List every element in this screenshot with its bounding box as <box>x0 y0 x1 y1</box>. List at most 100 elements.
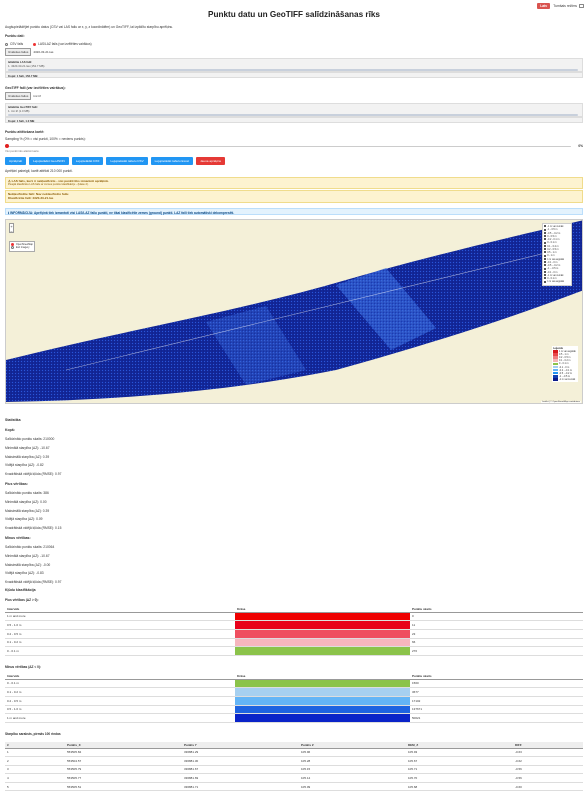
download-csv-button[interactable]: Lejupielādēt tabulu CSV <box>106 157 148 165</box>
radio-las[interactable]: LAS/LAZ fails (var izvēlēties vairākus) <box>33 42 92 46</box>
theme-toggle[interactable]: Tumšais režīms <box>553 4 584 8</box>
theme-switch[interactable] <box>579 4 584 8</box>
table-cell: 336881.69 <box>182 773 299 783</box>
zoom-control[interactable]: + − <box>9 223 14 234</box>
loaded-las-panel: Ielādētie LAS faili: 1. 4320-33-21.las (… <box>5 58 583 72</box>
table-row: 0.2 - 0.5 m 17102 <box>5 696 583 706</box>
radio-dot[interactable] <box>5 42 8 46</box>
layer-checkbox[interactable] <box>544 225 547 228</box>
stat-line: Salīdzināto punktu skaits: 386 <box>5 491 49 495</box>
status-text: Aprēķini pabeigti, kartē attēloti 210 00… <box>5 169 73 173</box>
layer-checkbox[interactable] <box>544 254 547 257</box>
basemap-switcher[interactable]: OpenStreetMap Esri Imagery <box>9 241 35 252</box>
basemap-option[interactable]: Esri Imagery <box>11 246 33 250</box>
layer-checkbox[interactable] <box>544 238 547 241</box>
layer-checkbox[interactable] <box>544 270 547 273</box>
stats-minus-heading: Mīnus vērtības: <box>5 536 31 540</box>
geotiff-progress-bar <box>8 113 578 116</box>
layer-checkbox[interactable] <box>544 228 547 231</box>
minus-table-title: Mīnus vērtības (ΔZ < 0): <box>5 665 42 669</box>
table-row: 1 m and more 50021 <box>5 713 583 723</box>
download-geojson-button[interactable]: Lejupielādēt GeoJSON <box>29 157 69 165</box>
new-calculation-button[interactable]: Jauna aprēķins <box>196 157 226 165</box>
table-row: 1 553505.84 336881.29 105.96 105.93 -0.63 <box>5 748 583 758</box>
layer-checkbox[interactable] <box>544 257 547 260</box>
language-button[interactable]: Latv <box>537 3 551 10</box>
interval-cell: 0.5 - 1.0 m <box>5 705 235 715</box>
layer-checkbox[interactable] <box>544 231 547 234</box>
table-cell: 336881.29 <box>182 748 299 758</box>
legend-item: -1 m vai zemāk <box>553 378 577 381</box>
table-row: 0.1 - 0.2 m 3677 <box>5 687 583 697</box>
point-data-label: Punktu dati: <box>5 34 25 38</box>
layer-checkbox[interactable] <box>544 251 547 254</box>
radio-dot[interactable] <box>11 246 14 250</box>
table-row: 3 553505.79 336881.67 105.15 105.71 -0.56 <box>5 765 583 775</box>
layer-checkbox[interactable] <box>544 244 547 247</box>
layer-label: 1 m vai augstāk <box>547 280 564 284</box>
calculate-button[interactable]: Aprēķināt <box>5 157 27 165</box>
layer-checkbox[interactable] <box>544 274 547 277</box>
table-cell: 105.09 <box>299 782 406 792</box>
table-row: 2 553504.57 336881.30 105.28 105.67 -0.62 <box>5 756 583 766</box>
sampling-label: Punktu attēlošana kartē: <box>5 130 45 134</box>
table-cell: 553505.79 <box>65 765 182 775</box>
layer-checkbox[interactable] <box>544 248 547 251</box>
layer-checkbox[interactable] <box>544 241 547 244</box>
count-cell: 0 <box>410 612 583 622</box>
basemap-label: Esri Imagery <box>16 246 30 250</box>
loaded-geotiff-file: 1. tmr.tif (1.0 MB) <box>8 109 30 113</box>
las-progress-bar <box>8 68 578 71</box>
layer-checkbox[interactable] <box>544 267 547 270</box>
color-cell <box>235 705 410 715</box>
layer-checkbox[interactable] <box>544 261 547 264</box>
table-cell: 105.28 <box>299 756 406 766</box>
stats-title: Statistika <box>5 418 21 422</box>
page-description: Augšupielādējiet punktu datus (CSV vai L… <box>5 25 174 29</box>
slider-knob[interactable] <box>4 144 9 148</box>
layer-checkbox[interactable] <box>544 235 547 238</box>
table-cell: 553505.77 <box>65 773 182 783</box>
theme-label: Tumšais režīms <box>553 4 577 9</box>
download-dxf-button[interactable]: Lejupielādēt DXF <box>71 157 104 165</box>
layer-item[interactable]: 1 m vai augstāk <box>544 280 570 283</box>
radio-csv[interactable]: CSV fails <box>5 42 23 46</box>
interval-cell: 0.1 - 0.2 m <box>5 687 235 697</box>
radio-dot[interactable] <box>33 42 37 46</box>
chosen-geotiff: tmr.tif <box>33 94 41 98</box>
stat-line: Kvadrātiskā vidējā kļūda (RMSE): 0.15 <box>5 526 62 531</box>
terrain-strip <box>6 220 582 402</box>
map-canvas[interactable] <box>6 220 583 404</box>
interval-cell: 0 - 0.1 m <box>5 646 235 656</box>
count-cell: 3677 <box>410 687 583 697</box>
page-title: Punktu datu un GeoTIFF salīdzināšanas rī… <box>208 10 380 19</box>
stats-total-heading: Kopā: <box>5 428 15 432</box>
stat-line: Salīdzināto punktu skaits: 210064 <box>5 545 55 549</box>
zoom-out-icon[interactable]: − <box>10 229 13 234</box>
layer-checkbox[interactable] <box>544 280 547 283</box>
choose-files-button[interactable]: Izvēlēties failus <box>5 48 32 56</box>
radio-csv-label: CSV fails <box>10 42 24 46</box>
map[interactable]: + − OpenStreetMap Esri Imagery -1 m vai z… <box>5 219 583 404</box>
layer-checkbox[interactable] <box>544 277 547 280</box>
classification-heading: Kļūdu klasifikācija <box>5 588 36 592</box>
choose-geotiff-button[interactable]: Izvēlēties failus <box>5 92 32 100</box>
table-cell: 5 <box>5 782 65 792</box>
count-cell: 11 <box>410 620 583 630</box>
table-row: 4 553505.77 336881.69 105.14 105.70 -0.56 <box>5 773 583 783</box>
table-cell: 105.70 <box>406 773 513 783</box>
table-cell: 105.96 <box>299 748 406 758</box>
sampling-hint: Visi punkti tiks attēloti kartē. <box>5 149 40 153</box>
interval-cell: 0.2 - 0.5 m <box>5 696 235 706</box>
geotiff-file-input[interactable]: Izvēlēties failus tmr.tif <box>5 92 41 100</box>
sampling-slider[interactable]: 0% <box>4 144 583 148</box>
geotiff-label: GeoTIFF faili (var izvēlēties vairākus): <box>5 86 66 90</box>
download-excel-button[interactable]: Lejupielādēt tabulu Excel <box>150 157 194 165</box>
layer-list[interactable]: -1 m vai zemāk -1 - 0.5 m -0.5 - -0.2 m0 -… <box>542 223 572 286</box>
layer-checkbox[interactable] <box>544 264 547 267</box>
color-cell <box>235 629 410 639</box>
color-cell <box>235 638 410 648</box>
table-row: 0.2 - 0.5 m 23 <box>5 629 583 639</box>
slider-track[interactable] <box>5 145 571 147</box>
point-file-input[interactable]: Izvēlēties failus 4320-33-21.las <box>5 48 53 56</box>
